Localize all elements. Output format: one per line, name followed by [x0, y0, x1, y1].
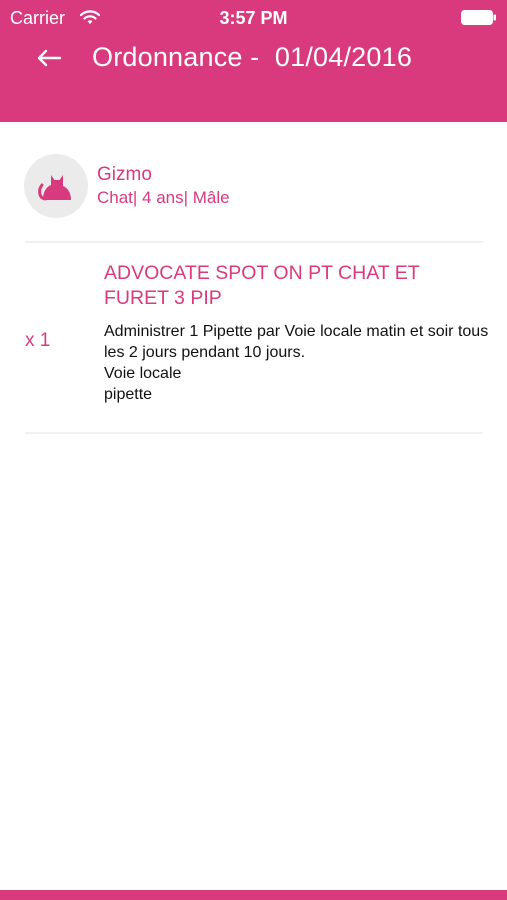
administration-route: Voie locale — [104, 365, 182, 382]
avatar — [24, 154, 88, 218]
pet-details: Chat| 4 ans| Mâle — [97, 188, 230, 207]
back-arrow-icon — [37, 49, 62, 67]
patient-card: Gizmo Chat| 4 ans| Mâle — [0, 122, 507, 242]
divider — [25, 241, 483, 243]
list-item[interactable]: x 1 ADVOCATE SPOT ON PT CHAT ET FURET 3 … — [0, 244, 507, 432]
pet-name: Gizmo — [97, 164, 152, 185]
status-bar: Carrier 3:57 PM — [0, 0, 507, 36]
back-button[interactable] — [32, 40, 68, 76]
dosage-form: pipette — [104, 386, 153, 403]
page-title: Ordonnance - 01/04/2016 — [92, 42, 413, 72]
battery-icon — [461, 10, 496, 25]
bottom-bar — [0, 890, 507, 900]
quantity-label: x 1 — [25, 330, 51, 351]
medication-name: ADVOCATE SPOT ON PT CHAT ET FURET 3 PIP — [104, 262, 420, 309]
divider — [25, 432, 483, 434]
dosage-instruction: Administrer 1 Pipette par Voie locale ma… — [104, 323, 489, 361]
cat-icon — [38, 175, 71, 201]
medication-instructions: Administrer 1 Pipette par Voie locale ma… — [104, 321, 489, 405]
status-time: 3:57 PM — [219, 8, 288, 28]
app-header: Carrier 3:57 PM Ordonnance - 01/04/2016 — [0, 0, 507, 122]
